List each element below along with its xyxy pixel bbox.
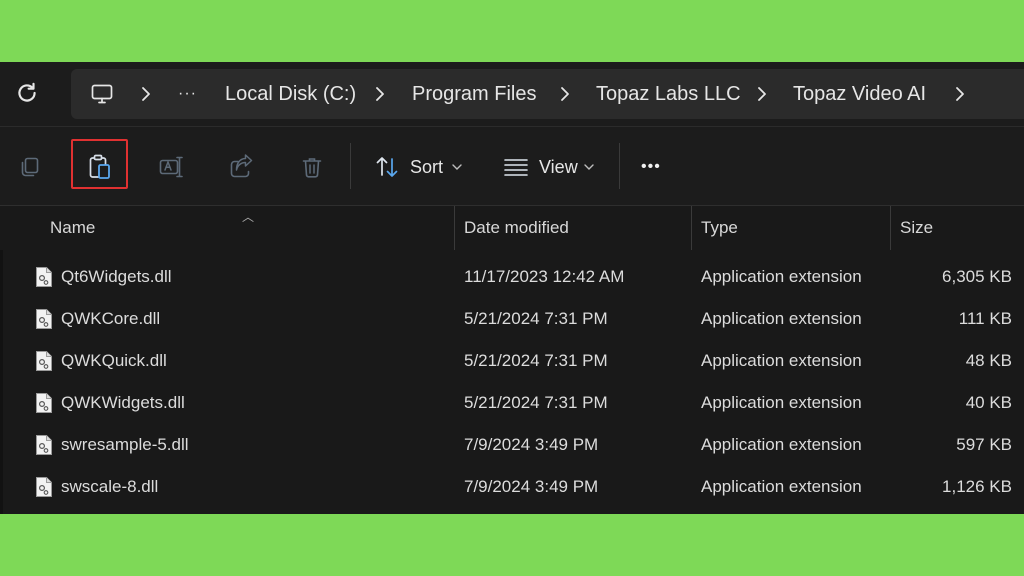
file-name: QWKCore.dll bbox=[61, 309, 161, 328]
sort-button[interactable]: Sort bbox=[410, 147, 443, 187]
file-size: 597 KB bbox=[956, 435, 1012, 454]
breadcrumb-local-disk[interactable]: Local Disk (C:) bbox=[225, 69, 356, 119]
column-header-date[interactable]: Date modified bbox=[464, 206, 569, 250]
file-date: 5/21/2024 7:31 PM bbox=[464, 393, 608, 412]
breadcrumb[interactable]: ··· Local Disk (C:) Program Files Topaz … bbox=[71, 69, 1024, 119]
chevron-right-icon[interactable] bbox=[558, 85, 572, 103]
trash-icon bbox=[302, 158, 322, 178]
column-divider[interactable] bbox=[691, 206, 692, 250]
chevron-right-icon[interactable] bbox=[755, 85, 769, 103]
toolbar-divider bbox=[350, 143, 351, 189]
copy-button[interactable] bbox=[10, 147, 50, 187]
more-options-button[interactable]: ••• bbox=[641, 147, 661, 187]
share-icon bbox=[230, 154, 253, 178]
file-type: Application extension bbox=[701, 267, 862, 286]
file-date: 7/9/2024 3:49 PM bbox=[464, 435, 599, 454]
sort-icon bbox=[376, 157, 398, 177]
file-type: Application extension bbox=[701, 477, 862, 496]
column-header-row: ︿ Name Date modified Type Size bbox=[0, 206, 1024, 250]
chevron-right-icon[interactable] bbox=[953, 85, 967, 103]
table-row[interactable]: swscale-8.dll 7/9/2024 3:49 PM Applicati… bbox=[0, 466, 1024, 508]
file-size: 48 KB bbox=[965, 351, 1012, 370]
file-date: 5/21/2024 7:31 PM bbox=[464, 351, 608, 370]
rename-button[interactable] bbox=[151, 147, 191, 187]
this-pc-icon[interactable] bbox=[90, 82, 114, 106]
column-header-size[interactable]: Size bbox=[900, 206, 933, 250]
column-header-name[interactable]: Name bbox=[50, 206, 95, 250]
breadcrumb-topaz-video-ai[interactable]: Topaz Video AI bbox=[793, 69, 926, 119]
file-date: 5/21/2024 7:31 PM bbox=[464, 309, 608, 328]
sort-ascending-icon: ︿ bbox=[242, 210, 255, 224]
toolbar-divider bbox=[619, 143, 620, 189]
view-button[interactable]: View bbox=[539, 147, 578, 187]
breadcrumb-topaz-labs[interactable]: Topaz Labs LLC bbox=[596, 69, 741, 119]
file-type: Application extension bbox=[701, 393, 862, 412]
file-type: Application extension bbox=[701, 435, 862, 454]
table-row[interactable]: swresample-5.dll 7/9/2024 3:49 PM Applic… bbox=[0, 424, 1024, 466]
dll-file-icon bbox=[36, 393, 52, 413]
file-name: swresample-5.dll bbox=[61, 435, 189, 454]
dll-file-icon bbox=[36, 435, 52, 455]
table-row[interactable]: QWKCore.dll 5/21/2024 7:31 PM Applicatio… bbox=[0, 298, 1024, 340]
file-name: QWKQuick.dll bbox=[61, 351, 167, 370]
column-header-type[interactable]: Type bbox=[701, 206, 738, 250]
address-bar-area: ··· Local Disk (C:) Program Files Topaz … bbox=[0, 62, 1024, 127]
paste-highlight-box bbox=[71, 139, 128, 189]
breadcrumb-program-files[interactable]: Program Files bbox=[412, 69, 536, 119]
file-explorer-window: ··· Local Disk (C:) Program Files Topaz … bbox=[0, 62, 1024, 514]
dll-file-icon bbox=[36, 309, 52, 329]
file-date: 11/17/2023 12:42 AM bbox=[464, 267, 625, 286]
file-size: 111 KB bbox=[958, 309, 1012, 328]
list-view-icon bbox=[504, 159, 528, 176]
copy-icon bbox=[21, 157, 39, 177]
dll-file-icon bbox=[36, 477, 52, 497]
file-name: swscale-8.dll bbox=[61, 477, 159, 496]
refresh-icon[interactable] bbox=[14, 80, 40, 106]
sort-icon-wrap[interactable] bbox=[367, 147, 407, 187]
dll-file-icon bbox=[36, 351, 52, 371]
file-name: Qt6Widgets.dll bbox=[61, 267, 172, 286]
rename-icon bbox=[159, 156, 183, 178]
table-row[interactable]: Qt6Widgets.dll 11/17/2023 12:42 AM Appli… bbox=[0, 256, 1024, 298]
file-name: QWKWidgets.dll bbox=[61, 393, 185, 412]
file-type: Application extension bbox=[701, 309, 862, 328]
dll-file-icon bbox=[36, 267, 52, 287]
chevron-down-icon[interactable] bbox=[583, 162, 595, 172]
command-bar: Sort View ••• bbox=[0, 127, 1024, 206]
chevron-right-icon[interactable] bbox=[373, 85, 387, 103]
file-size: 1,126 KB bbox=[942, 477, 1012, 496]
chevron-down-icon[interactable] bbox=[451, 162, 463, 172]
chevron-right-icon[interactable] bbox=[139, 85, 153, 103]
file-size: 6,305 KB bbox=[942, 267, 1012, 286]
column-divider[interactable] bbox=[890, 206, 891, 250]
view-icon-wrap[interactable] bbox=[496, 147, 536, 187]
file-date: 7/9/2024 3:49 PM bbox=[464, 477, 599, 496]
share-button[interactable] bbox=[221, 147, 261, 187]
file-type: Application extension bbox=[701, 351, 862, 370]
delete-button[interactable] bbox=[292, 147, 332, 187]
table-row[interactable]: QWKWidgets.dll 5/21/2024 7:31 PM Applica… bbox=[0, 382, 1024, 424]
breadcrumb-overflow[interactable]: ··· bbox=[178, 69, 197, 119]
column-divider[interactable] bbox=[454, 206, 455, 250]
file-size: 40 KB bbox=[965, 393, 1012, 412]
table-row[interactable]: QWKQuick.dll 5/21/2024 7:31 PM Applicati… bbox=[0, 340, 1024, 382]
